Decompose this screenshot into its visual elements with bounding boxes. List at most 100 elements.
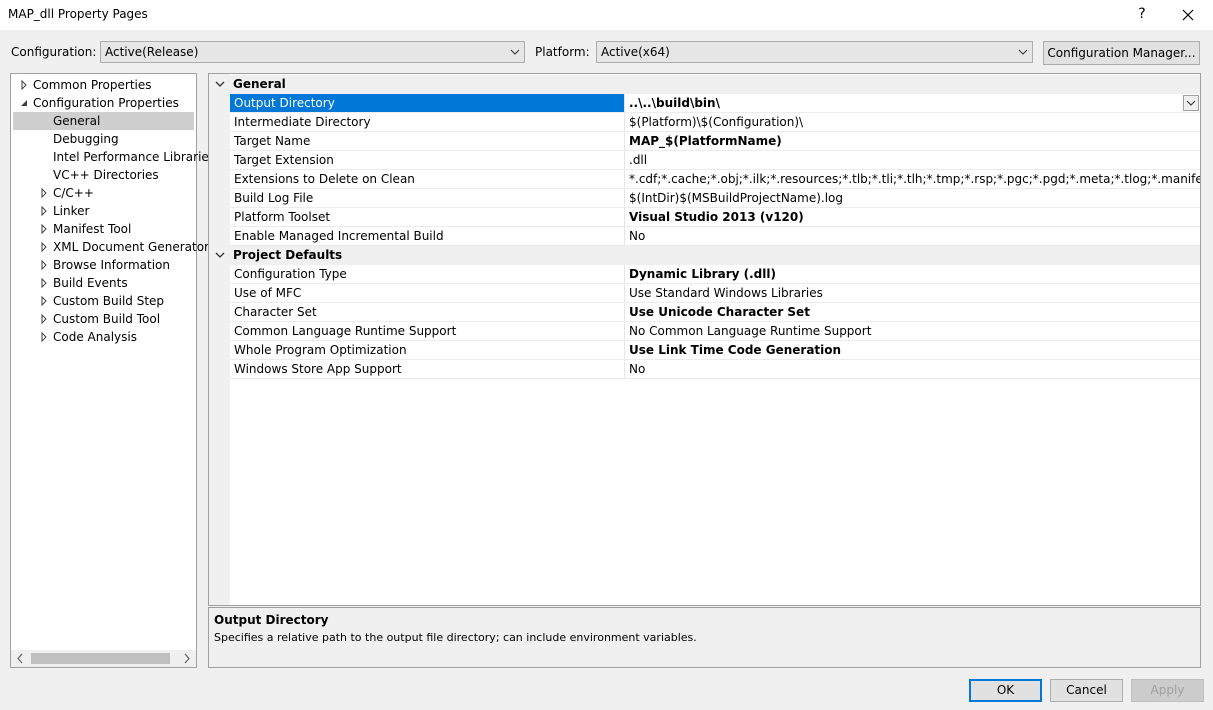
- configuration-dropdown[interactable]: Active(Release): [100, 41, 525, 63]
- property-name[interactable]: Character Set: [230, 303, 625, 322]
- title-bar: MAP_dll Property Pages ?: [0, 0, 1213, 30]
- property-row[interactable]: Enable Managed Incremental Build No: [209, 227, 1200, 246]
- tree-item-label: Common Properties: [33, 78, 152, 92]
- property-name[interactable]: Target Name: [230, 132, 625, 151]
- property-row[interactable]: Extensions to Delete on Clean *.cdf;*.cac…: [209, 170, 1200, 189]
- property-name[interactable]: Output Directory: [230, 94, 625, 113]
- property-value[interactable]: $(Platform)\$(Configuration)\: [624, 113, 1200, 132]
- tree-item-label: VC++ Directories: [53, 168, 159, 182]
- collapsed-arrow-icon[interactable]: [39, 310, 49, 328]
- close-button[interactable]: [1166, 0, 1210, 30]
- tree-item[interactable]: Browse Information: [35, 256, 170, 274]
- property-name[interactable]: Intermediate Directory: [230, 113, 625, 132]
- property-row[interactable]: Whole Program Optimization Use Link Time …: [209, 341, 1200, 360]
- property-value[interactable]: .dll: [624, 151, 1200, 170]
- platform-label: Platform:: [535, 45, 590, 59]
- category-name: General: [233, 77, 286, 91]
- property-value[interactable]: ..\..\build\bin\: [624, 94, 1200, 113]
- collapsed-arrow-icon[interactable]: [39, 292, 49, 310]
- chevron-down-icon[interactable]: [213, 246, 229, 265]
- tree-item[interactable]: C/C++: [35, 184, 94, 202]
- property-row[interactable]: Common Language Runtime Support No Common…: [209, 322, 1200, 341]
- tree-horizontal-scrollbar[interactable]: [11, 650, 196, 667]
- window-title: MAP_dll Property Pages: [8, 7, 148, 21]
- property-value[interactable]: Visual Studio 2013 (v120): [624, 208, 1200, 227]
- description-text: Specifies a relative path to the output …: [214, 631, 697, 644]
- property-value[interactable]: Use Unicode Character Set: [624, 303, 1200, 322]
- property-name[interactable]: Extensions to Delete on Clean: [230, 170, 625, 189]
- property-row[interactable]: Character Set Use Unicode Character Set: [209, 303, 1200, 322]
- property-row[interactable]: Build Log File $(IntDir)$(MSBuildProjectN…: [209, 189, 1200, 208]
- tree-item[interactable]: Code Analysis: [35, 328, 137, 346]
- cancel-button[interactable]: Cancel: [1050, 679, 1123, 702]
- property-tree: Common Properties Configuration Propertie…: [10, 73, 215, 668]
- tree-item[interactable]: Custom Build Tool: [35, 310, 160, 328]
- tree-item[interactable]: Build Events: [35, 274, 128, 292]
- property-value[interactable]: Dynamic Library (.dll): [624, 265, 1200, 284]
- tree-item[interactable]: Intel Performance Libraries: [35, 148, 215, 166]
- property-name[interactable]: Platform Toolset: [230, 208, 625, 227]
- property-value[interactable]: MAP_$(PlatformName): [624, 132, 1200, 151]
- scroll-right-icon[interactable]: [179, 650, 195, 667]
- property-row[interactable]: Target Name MAP_$(PlatformName): [209, 132, 1200, 151]
- scroll-left-icon[interactable]: [12, 650, 28, 667]
- tree-item[interactable]: Debugging: [35, 130, 119, 148]
- property-row[interactable]: Intermediate Directory $(Platform)\$(Conf…: [209, 113, 1200, 132]
- tree-item-label: Browse Information: [53, 258, 170, 272]
- property-value[interactable]: No: [624, 227, 1200, 246]
- category-header[interactable]: General: [209, 75, 1200, 94]
- collapsed-arrow-icon[interactable]: [39, 184, 49, 202]
- property-row[interactable]: Output Directory ..\..\build\bin\: [209, 94, 1200, 113]
- property-value[interactable]: Use Link Time Code Generation: [624, 341, 1200, 360]
- collapsed-arrow-icon[interactable]: [39, 220, 49, 238]
- collapsed-arrow-icon[interactable]: [39, 328, 49, 346]
- tree-item[interactable]: Linker: [35, 202, 89, 220]
- property-row[interactable]: Use of MFC Use Standard Windows Libraries: [209, 284, 1200, 303]
- value-dropdown-button[interactable]: [1183, 95, 1199, 111]
- property-value[interactable]: Use Standard Windows Libraries: [624, 284, 1200, 303]
- tree-item-label: Debugging: [53, 132, 119, 146]
- property-value[interactable]: No Common Language Runtime Support: [624, 322, 1200, 341]
- close-icon: [1182, 9, 1194, 21]
- tree-item[interactable]: Manifest Tool: [35, 220, 131, 238]
- collapsed-arrow-icon[interactable]: [39, 274, 49, 292]
- configuration-manager-button[interactable]: Configuration Manager...: [1043, 41, 1200, 65]
- platform-value: Active(x64): [601, 45, 670, 59]
- property-name[interactable]: Windows Store App Support: [230, 360, 625, 379]
- ok-button[interactable]: OK: [969, 679, 1042, 702]
- collapsed-arrow-icon[interactable]: [39, 202, 49, 220]
- tree-item[interactable]: Custom Build Step: [35, 292, 164, 310]
- category-header[interactable]: Project Defaults: [209, 246, 1200, 265]
- property-name[interactable]: Configuration Type: [230, 265, 625, 284]
- platform-dropdown[interactable]: Active(x64): [596, 41, 1033, 63]
- collapsed-arrow-icon[interactable]: [39, 256, 49, 274]
- tree-item[interactable]: Common Properties: [15, 76, 152, 94]
- tree-item[interactable]: Configuration Properties: [15, 94, 179, 112]
- property-name[interactable]: Target Extension: [230, 151, 625, 170]
- tree-item-label: Custom Build Tool: [53, 312, 161, 326]
- help-button[interactable]: ?: [1120, 0, 1164, 30]
- tree-item[interactable]: XML Document Generator: [35, 238, 209, 256]
- tree-item[interactable]: VC++ Directories: [35, 166, 159, 184]
- description-title: Output Directory: [214, 613, 329, 627]
- property-row[interactable]: Configuration Type Dynamic Library (.dll): [209, 265, 1200, 284]
- property-value[interactable]: No: [624, 360, 1200, 379]
- chevron-down-icon[interactable]: [213, 75, 229, 94]
- property-name[interactable]: Common Language Runtime Support: [230, 322, 625, 341]
- property-row[interactable]: Windows Store App Support No: [209, 360, 1200, 379]
- collapsed-arrow-icon[interactable]: [19, 76, 29, 94]
- collapsed-arrow-icon[interactable]: [39, 238, 49, 256]
- property-value[interactable]: *.cdf;*.cache;*.obj;*.ilk;*.resources;*.…: [624, 170, 1200, 189]
- property-name[interactable]: Use of MFC: [230, 284, 625, 303]
- property-name[interactable]: Build Log File: [230, 189, 625, 208]
- property-name[interactable]: Whole Program Optimization: [230, 341, 625, 360]
- expanded-arrow-icon[interactable]: [19, 94, 29, 112]
- scrollbar-thumb[interactable]: [31, 653, 170, 664]
- tree-item[interactable]: General: [13, 112, 194, 130]
- property-name[interactable]: Enable Managed Incremental Build: [230, 227, 625, 246]
- property-row[interactable]: Target Extension .dll: [209, 151, 1200, 170]
- property-value[interactable]: $(IntDir)$(MSBuildProjectName).log: [624, 189, 1200, 208]
- property-row[interactable]: Platform Toolset Visual Studio 2013 (v120…: [209, 208, 1200, 227]
- apply-button[interactable]: Apply: [1131, 679, 1204, 702]
- chevron-down-icon: [1014, 42, 1032, 62]
